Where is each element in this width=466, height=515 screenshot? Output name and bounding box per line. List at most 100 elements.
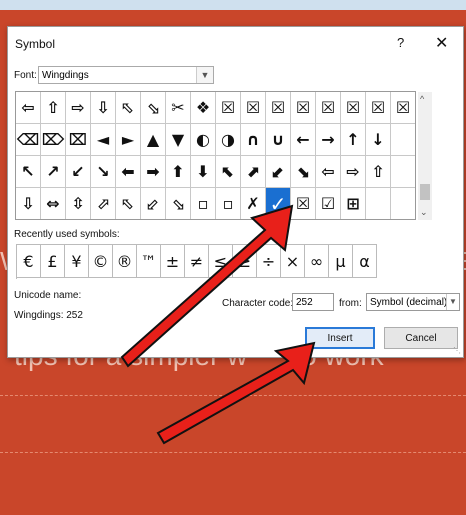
symbol-cell[interactable]: ⇔ [41,188,66,220]
symbol-cell[interactable]: ⬁ [116,92,141,124]
scroll-down-icon[interactable]: ⌄ [420,207,428,218]
symbol-cell[interactable]: ⬊ [291,156,316,188]
symbol-cell[interactable]: ⬉ [216,156,241,188]
symbol-cell[interactable]: ☒ [366,92,391,124]
recent-symbol-cell[interactable]: ∞ [305,245,329,278]
symbol-cell[interactable]: ⬂ [166,188,191,220]
symbol-cell[interactable]: ◐ [191,124,216,156]
symbol-cell[interactable]: → [316,124,341,156]
symbol-cell[interactable]: ↗ [41,156,66,188]
symbol-cell[interactable]: ⬅ [116,156,141,188]
recent-symbol-cell[interactable]: © [89,245,113,278]
symbol-cell[interactable]: ⬀ [91,188,116,220]
recent-symbol-cell[interactable]: ¥ [65,245,89,278]
symbol-cell[interactable] [391,124,416,156]
symbol-cell[interactable]: ✂ [166,92,191,124]
recent-symbol-cell[interactable]: µ [329,245,353,278]
symbol-cell[interactable]: ⬂ [141,92,166,124]
recent-symbol-cell[interactable]: ® [113,245,137,278]
symbol-cell[interactable]: ⬁ [116,188,141,220]
symbol-cell[interactable]: ⇩ [16,188,41,220]
symbol-grid-scrollbar[interactable]: ^ ⌄ [418,92,432,220]
symbol-cell[interactable]: ⇨ [341,156,366,188]
symbol-cell-selected[interactable]: ✓ [266,188,291,220]
scrollbar-thumb[interactable] [420,184,430,200]
symbol-cell[interactable]: ← [291,124,316,156]
symbol-cell[interactable]: ☒ [341,92,366,124]
symbol-cell[interactable]: ↑ [341,124,366,156]
slide-guide-line-bottom [0,452,466,453]
symbol-cell[interactable]: ◑ [216,124,241,156]
recent-symbol-cell[interactable]: ™ [137,245,161,278]
symbol-cell[interactable]: ▼ [166,124,191,156]
symbol-cell[interactable]: ► [116,124,141,156]
symbol-cell[interactable]: ☒ [291,188,316,220]
symbol-cell[interactable]: ☒ [266,92,291,124]
symbol-cell[interactable]: ⇩ [91,92,116,124]
symbol-cell[interactable]: ▫ [216,188,241,220]
symbol-cell[interactable]: ✗ [241,188,266,220]
recently-used-symbols: € £ ¥ © ® ™ ± ≠ ≤ ≥ ÷ × ∞ µ α [16,244,377,279]
font-dropdown-value: Wingdings [42,70,89,81]
symbol-cell[interactable]: ☑ [316,188,341,220]
symbol-cell[interactable]: ⇧ [366,156,391,188]
character-code-input[interactable]: 252 [292,293,334,311]
unicode-name-label: Unicode name: [14,290,82,301]
symbol-cell[interactable]: ▫ [191,188,216,220]
recent-symbol-cell[interactable]: ≤ [209,245,233,278]
symbol-cell[interactable]: ☒ [391,92,416,124]
recently-used-label: Recently used symbols: [14,229,120,240]
scroll-up-icon[interactable]: ^ [420,94,424,104]
symbol-cell[interactable]: ⬋ [266,156,291,188]
symbol-cell[interactable]: ⇧ [41,92,66,124]
symbol-cell[interactable]: ☒ [291,92,316,124]
symbol-cell[interactable]: ☒ [316,92,341,124]
symbol-dialog: Symbol ? ✕ Font: Wingdings ▼ ⇦ ⇧ ⇨ ⇩ ⬁ ⬂ ✂ ❖ ☒ ☒ ☒… [7,26,464,358]
symbol-cell[interactable]: ▲ [141,124,166,156]
symbol-cell[interactable]: ➡ [141,156,166,188]
insert-button[interactable]: Insert [305,327,375,349]
from-dropdown[interactable]: Symbol (decimal) ▼ [366,293,460,311]
symbol-cell[interactable] [391,156,416,188]
symbol-cell[interactable]: ⇦ [16,92,41,124]
symbol-cell[interactable]: ∪ [266,124,291,156]
recent-symbol-cell[interactable]: ÷ [257,245,281,278]
resize-grip-icon[interactable]: ⋱ [453,346,461,355]
recent-symbol-cell[interactable]: ± [161,245,185,278]
recent-symbol-cell[interactable]: α [353,245,377,278]
symbol-cell[interactable]: ⌦ [41,124,66,156]
close-button[interactable]: ✕ [435,33,448,53]
symbol-cell[interactable]: ↖ [16,156,41,188]
symbol-cell[interactable]: ∩ [241,124,266,156]
character-code-label: Character code: [222,298,294,309]
symbol-cell[interactable]: ⇳ [66,188,91,220]
symbol-cell[interactable]: ⇦ [316,156,341,188]
recent-symbol-cell[interactable]: £ [41,245,65,278]
recent-symbol-cell[interactable]: ≠ [185,245,209,278]
symbol-cell[interactable] [391,188,416,220]
symbol-cell[interactable]: ⬃ [141,188,166,220]
symbol-cell[interactable]: ↘ [91,156,116,188]
symbol-cell[interactable]: ⬇ [191,156,216,188]
symbol-cell[interactable]: ⬆ [166,156,191,188]
recent-symbol-cell[interactable]: € [17,245,41,278]
symbol-cell[interactable]: ↓ [366,124,391,156]
font-dropdown[interactable]: Wingdings ▼ [38,66,214,84]
font-label: Font: [14,70,37,81]
symbol-cell[interactable]: ⇨ [66,92,91,124]
symbol-cell[interactable]: ☒ [216,92,241,124]
symbol-cell[interactable]: ⌧ [66,124,91,156]
symbol-cell[interactable]: ↙ [66,156,91,188]
symbol-cell[interactable]: ⬈ [241,156,266,188]
help-button[interactable]: ? [397,35,404,50]
cancel-button[interactable]: Cancel [384,327,458,349]
symbol-cell[interactable]: ❖ [191,92,216,124]
symbol-cell[interactable]: ⌫ [16,124,41,156]
symbol-cell[interactable]: ☒ [241,92,266,124]
recent-symbol-cell[interactable]: ≥ [233,245,257,278]
symbol-cell[interactable]: ◄ [91,124,116,156]
symbol-cell[interactable]: ⊞ [341,188,366,220]
recent-symbol-cell[interactable]: × [281,245,305,278]
unicode-name-value: Wingdings: 252 [14,310,83,321]
symbol-cell[interactable] [366,188,391,220]
